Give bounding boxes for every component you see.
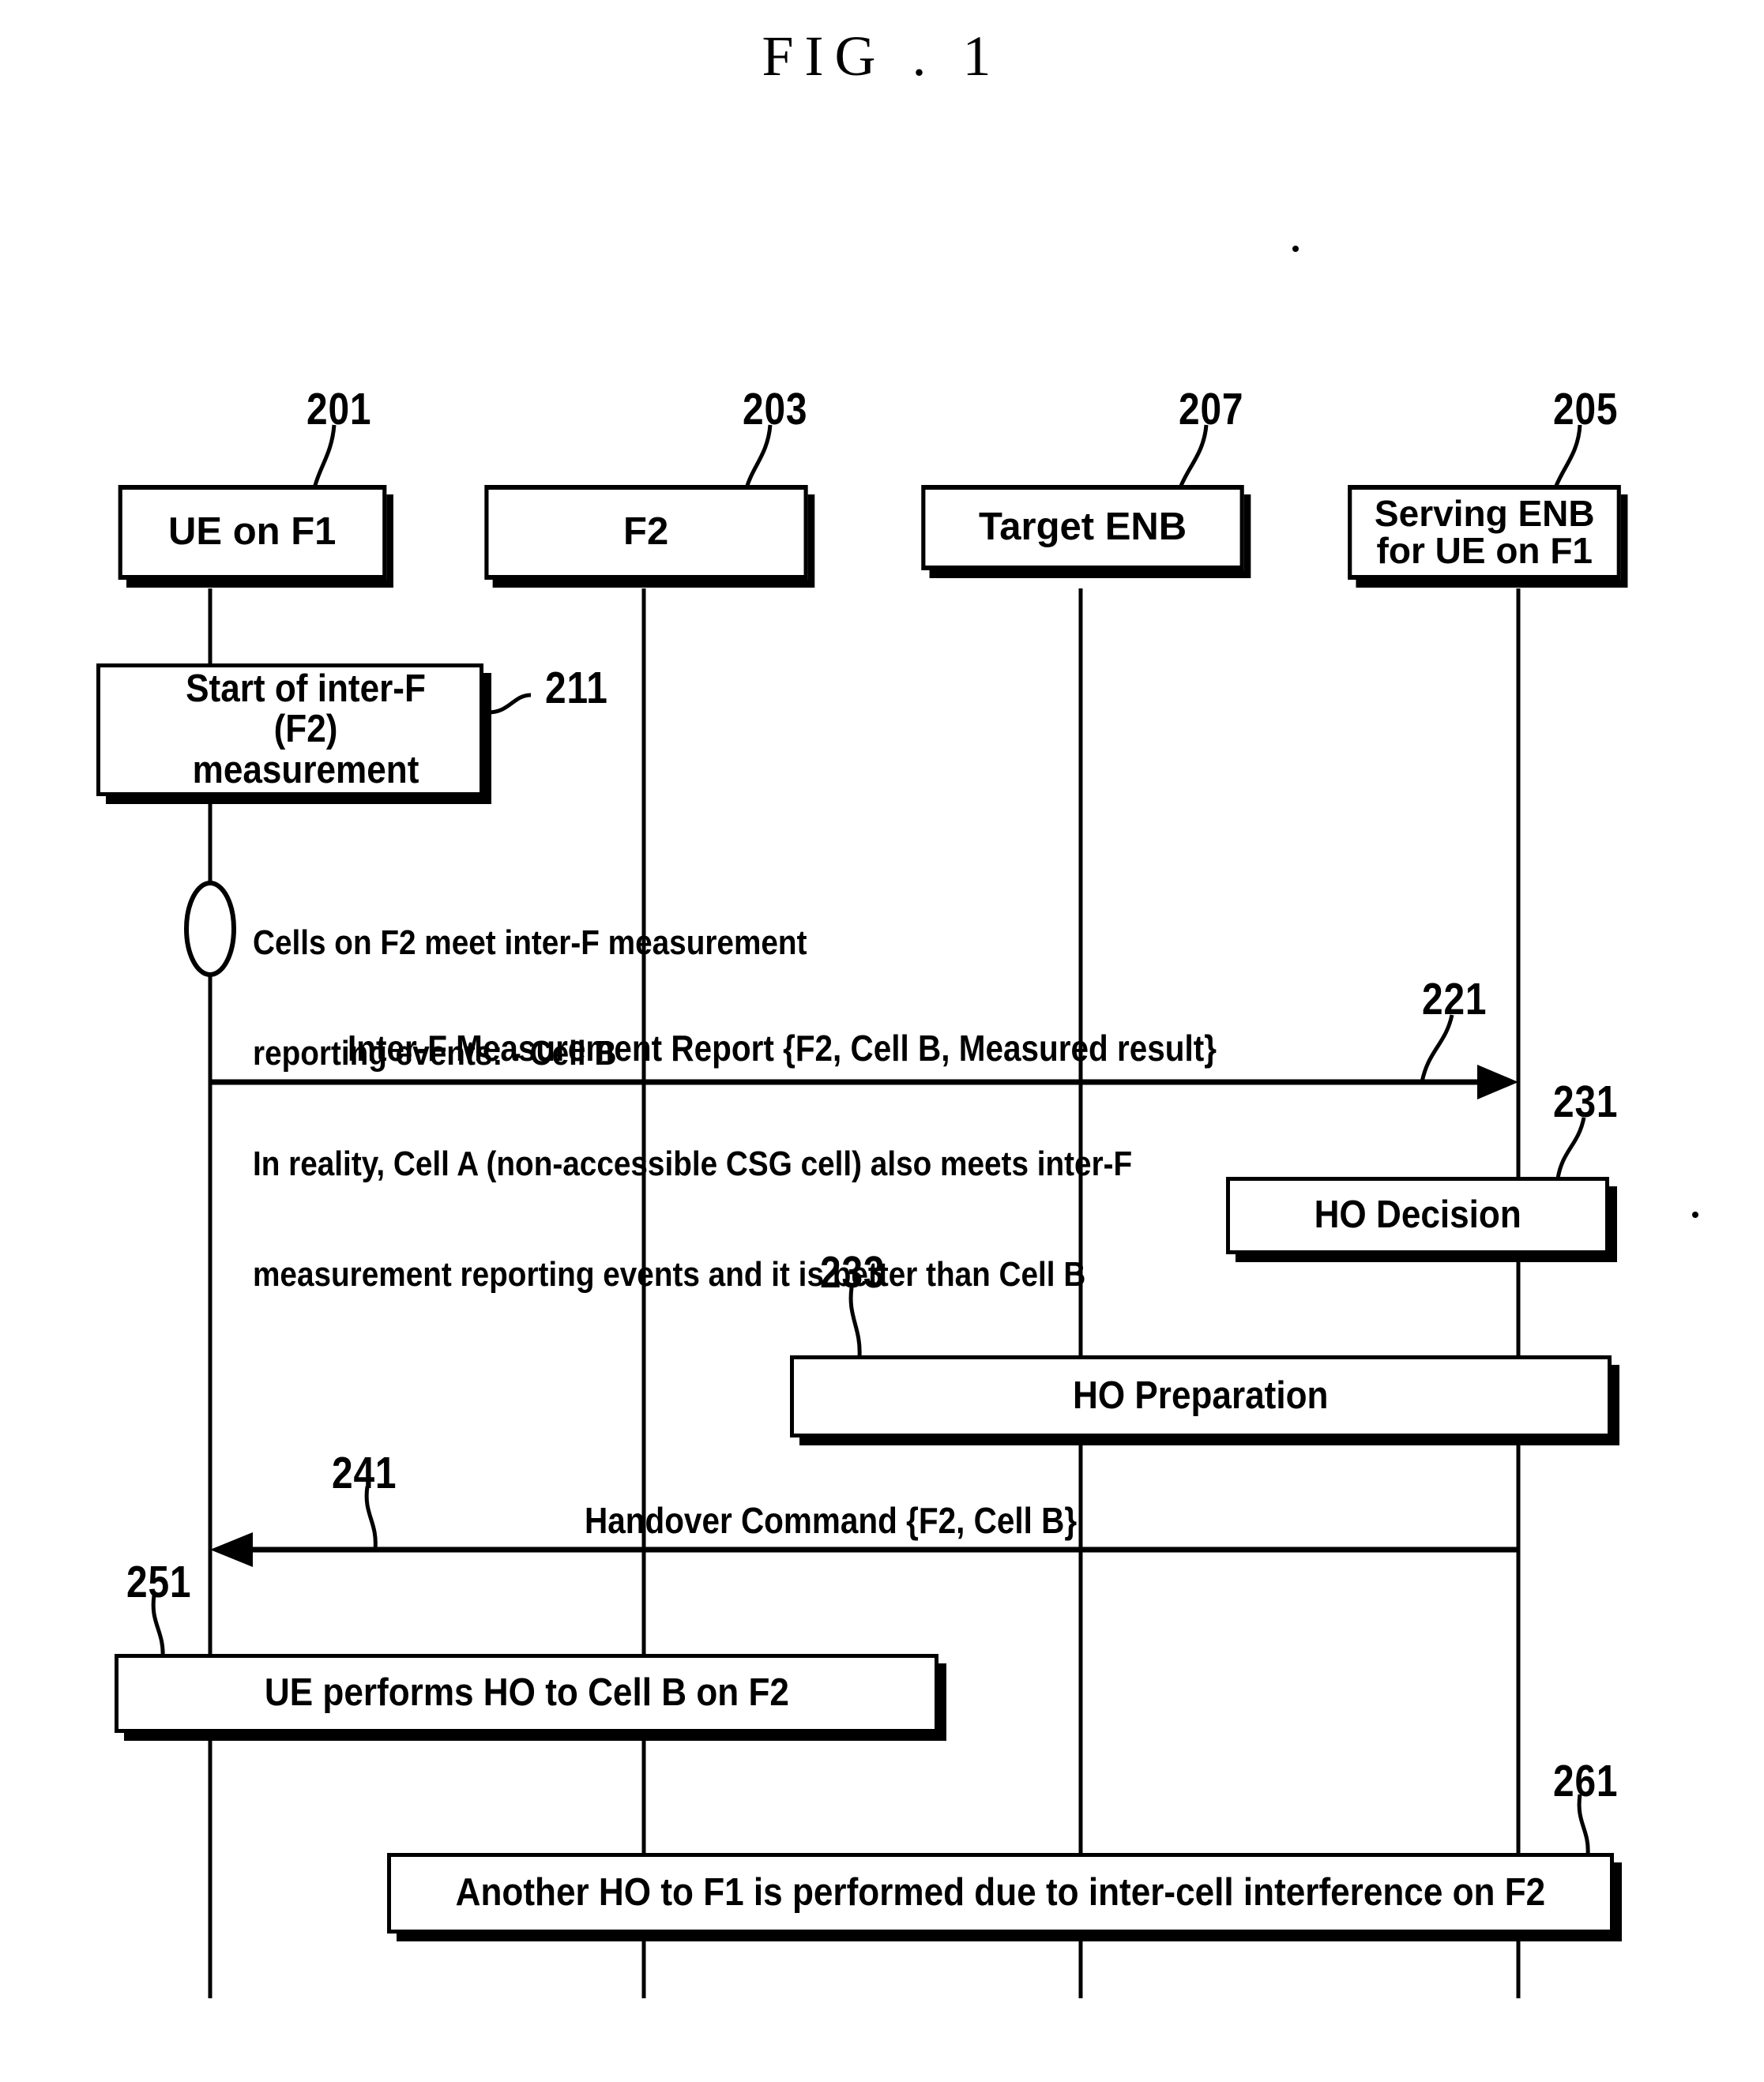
process-label-start-measurement: Start of inter-F (F2) measurement: [149, 667, 462, 791]
ref-205: 205: [1553, 384, 1619, 434]
actor-label-ue: UE on F1: [168, 510, 337, 554]
ue-activation-ellipse: [184, 881, 236, 977]
actor-box-ue[interactable]: UE on F1: [118, 485, 387, 580]
ref-203: 203: [743, 384, 808, 434]
process-label-ho-decision: HO Decision: [1314, 1193, 1521, 1237]
actor-box-serving-enb[interactable]: Serving ENB for UE on F1: [1348, 485, 1621, 580]
process-box-ho-preparation[interactable]: HO Preparation: [790, 1355, 1612, 1437]
process-label-another-ho: Another HO to F1 is performed due to int…: [455, 1871, 1546, 1915]
start-measurement-line1: Start of inter-F (F2): [186, 667, 426, 751]
ref-251: 251: [126, 1557, 192, 1607]
ref-231: 231: [1553, 1077, 1619, 1127]
ref-233: 233: [820, 1247, 886, 1298]
process-box-another-ho[interactable]: Another HO to F1 is performed due to int…: [387, 1853, 1614, 1934]
actor-box-target-enb[interactable]: Target ENB: [921, 485, 1244, 570]
process-box-start-measurement[interactable]: Start of inter-F (F2) measurement: [96, 663, 483, 796]
actor-label-serving-enb-line2: for UE on F1: [1376, 530, 1593, 571]
scan-speck-right: [1692, 1212, 1698, 1218]
actor-label-serving-enb-line1: Serving ENB: [1374, 493, 1595, 535]
ref-261: 261: [1553, 1756, 1619, 1806]
ref-241: 241: [332, 1448, 397, 1498]
annotation-line-3: In reality, Cell A (non-accessible CSG c…: [253, 1144, 1133, 1183]
actor-label-f2: F2: [623, 510, 669, 554]
annotation-line-1: Cells on F2 meet inter-F measurement: [253, 923, 807, 963]
message-label-measurement-report: Inter-F Measurement Report {F2, Cell B, …: [348, 1028, 1217, 1069]
annotation-measurement-events: Cells on F2 meet inter-F measurement rep…: [253, 851, 1132, 1330]
start-measurement-line2: measurement: [192, 748, 419, 791]
message-label-handover-command: Handover Command {F2, Cell B}: [585, 1500, 1078, 1541]
arrowhead-measurement-report: [1477, 1065, 1518, 1099]
ref-221: 221: [1422, 974, 1488, 1024]
ref-211: 211: [545, 663, 608, 713]
annotation-line-4: measurement reporting events and it is b…: [253, 1254, 1086, 1294]
process-label-ho-preparation: HO Preparation: [1073, 1374, 1329, 1418]
ref-207: 207: [1179, 384, 1244, 434]
actor-label-target-enb: Target ENB: [978, 505, 1187, 549]
ref-201: 201: [307, 384, 372, 434]
process-box-ho-decision[interactable]: HO Decision: [1226, 1177, 1609, 1254]
scan-speck-top: [1292, 246, 1299, 252]
actor-label-serving-enb: Serving ENB for UE on F1: [1375, 495, 1595, 569]
leader-211: [487, 693, 532, 715]
process-box-ue-performs-ho[interactable]: UE performs HO to Cell B on F2: [115, 1654, 938, 1733]
actor-box-f2[interactable]: F2: [484, 485, 808, 580]
arrowhead-handover-command: [210, 1532, 253, 1567]
process-label-ue-performs-ho: UE performs HO to Cell B on F2: [264, 1671, 789, 1715]
